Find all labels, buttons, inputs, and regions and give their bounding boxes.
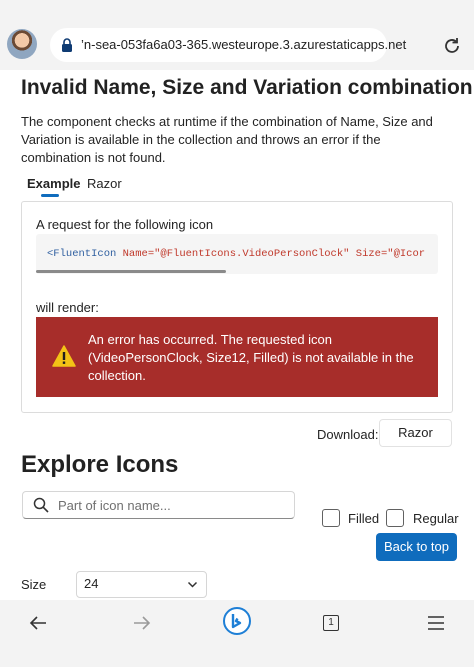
error-message: An error has occurred. The requested ico… [88, 332, 414, 383]
menu-icon[interactable] [427, 615, 445, 631]
back-to-top-button[interactable]: Back to top [376, 533, 457, 561]
active-tab-indicator [41, 194, 59, 197]
size-select-value[interactable]: 24 [84, 576, 98, 591]
filled-label[interactable]: Filled [348, 511, 379, 526]
section-title: Invalid Name, Size and Variation combina… [21, 76, 473, 99]
search-icon [33, 497, 49, 513]
code-block[interactable]: <FluentIcon Name="@FluentIcons.VideoPers… [36, 234, 438, 274]
chevron-down-icon[interactable] [187, 579, 198, 590]
request-label: A request for the following icon [36, 217, 214, 232]
regular-checkbox[interactable] [386, 509, 404, 527]
tab-razor[interactable]: Razor [87, 176, 122, 191]
size-label: Size [21, 577, 47, 592]
page-content[interactable]: Invalid Name, Size and Variation combina… [0, 70, 474, 600]
filled-checkbox[interactable] [322, 509, 340, 527]
tab-example[interactable]: Example [27, 176, 80, 191]
site-info-icon[interactable] [60, 38, 74, 52]
regular-label[interactable]: Regular [413, 511, 459, 526]
forward-arrow-icon[interactable] [133, 615, 151, 631]
code-scrollbar[interactable] [36, 270, 226, 273]
search-placeholder: Part of icon name... [58, 498, 171, 513]
code-line: <FluentIcon Name="@FluentIcons.VideoPers… [47, 248, 425, 260]
reload-icon[interactable] [442, 36, 462, 56]
warning-icon [52, 345, 76, 367]
code-name-value: "@FluentIcons.VideoPersonClock" [154, 248, 350, 260]
back-arrow-icon[interactable] [29, 615, 47, 631]
code-tag: <FluentIcon [47, 248, 117, 260]
code-size-value: "@Icor [387, 248, 426, 260]
download-label: Download: [317, 427, 379, 442]
url-text[interactable]: ’n-sea-053fa6a03-365.westeurope.3.azures… [81, 37, 406, 52]
tab-switcher-icon[interactable]: 1 [323, 615, 339, 631]
section-description: The component checks at runtime if the c… [21, 114, 433, 165]
code-attr-size: Size= [349, 248, 388, 260]
bing-copilot-icon[interactable] [222, 606, 252, 636]
download-razor-button[interactable]: Razor [379, 419, 452, 447]
render-label: will render: [36, 300, 99, 315]
profile-avatar[interactable] [7, 29, 37, 59]
code-attr-name: Name= [116, 248, 155, 260]
explore-title: Explore Icons [21, 451, 179, 478]
